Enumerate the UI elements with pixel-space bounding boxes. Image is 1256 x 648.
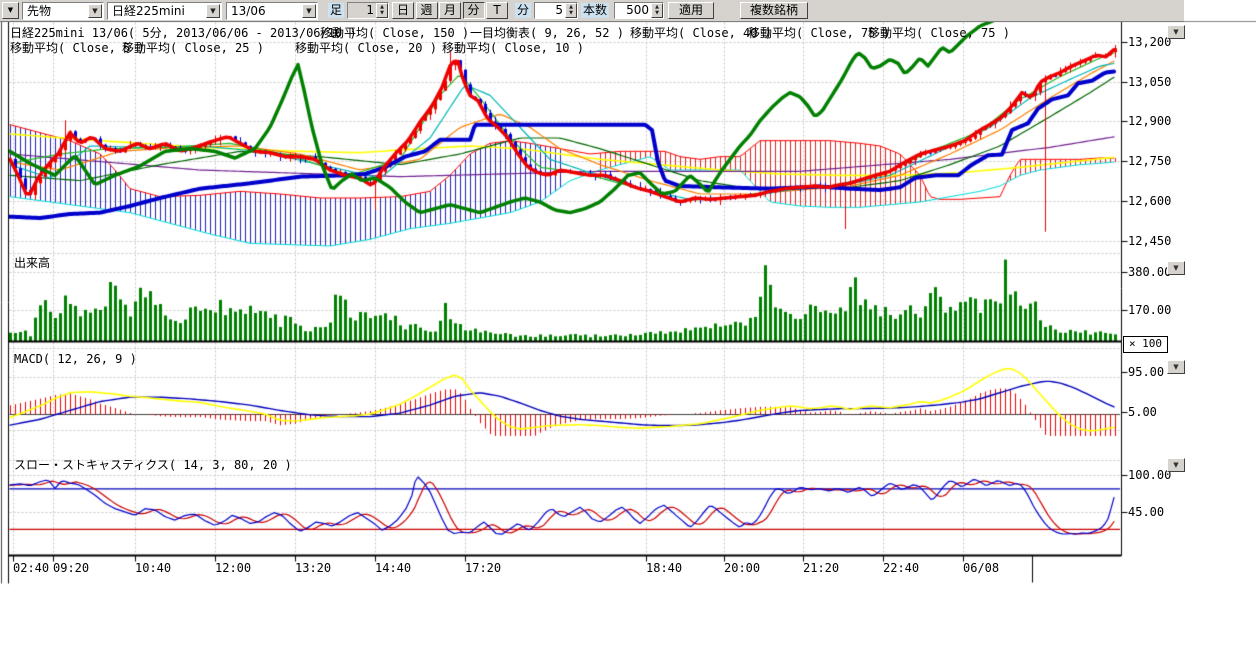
legend-item: 移動平均( Close, 25 ) (122, 39, 264, 56)
volume-multiplier-box: × 100 (1123, 336, 1168, 353)
panel-menu-button-price[interactable]: ▼ (1167, 25, 1185, 39)
x-axis-label: 12:00 (215, 561, 251, 575)
y-axis-label: 45.00 (1128, 505, 1164, 519)
chart-canvas (0, 0, 1256, 648)
legend-item: 移動平均( Close, 10 ) (442, 39, 584, 56)
app-window: ▼ 先物▼日経225mini▼13/06▼ 足 1 ▲▼ 日週月分T 分 5 ▲… (0, 0, 1256, 648)
minute-spin-button[interactable]: ▲▼ (565, 3, 577, 18)
volume-panel-label: 出来高 (14, 254, 50, 271)
minute-value: 5 (555, 4, 563, 17)
period-button-2[interactable]: 週 (416, 2, 438, 19)
chevron-down-icon[interactable]: ▼ (302, 4, 316, 18)
multi-symbol-button[interactable]: 複数銘柄 (740, 2, 808, 19)
x-axis-label: 10:40 (135, 561, 171, 575)
count-spinner[interactable]: 500 ▲▼ (614, 2, 664, 19)
y-axis-label: 12,450 (1128, 234, 1171, 248)
x-axis-label: 09:20 (53, 561, 89, 575)
minute-label: 分 (515, 3, 531, 18)
y-axis-label: 12,600 (1128, 194, 1171, 208)
x-axis-label: 06/08 (963, 561, 999, 575)
y-axis-label: 380.00 (1128, 265, 1171, 279)
ashi-spinner[interactable]: 1 ▲▼ (347, 2, 389, 19)
x-axis-label: 21:20 (803, 561, 839, 575)
panel-menu-button-macd[interactable]: ▼ (1167, 360, 1185, 374)
apply-button[interactable]: 適用 (668, 2, 714, 19)
toolbar-corner-dropdown-button[interactable]: ▼ (2, 2, 19, 19)
x-axis-label: 14:40 (375, 561, 411, 575)
contract-combo-value: 13/06 (231, 4, 266, 18)
y-axis-label: 12,750 (1128, 154, 1171, 168)
symbol-combo-value: 日経225mini (112, 4, 185, 18)
y-axis-label: 5.00 (1128, 405, 1157, 419)
panel-menu-button-volume[interactable]: ▼ (1167, 261, 1185, 275)
count-spin-button[interactable]: ▲▼ (651, 3, 663, 18)
y-axis-label: 100.00 (1128, 468, 1171, 482)
minute-spinner[interactable]: 5 ▲▼ (534, 2, 578, 19)
x-axis-label: 02:40 (13, 561, 49, 575)
period-button-4[interactable]: 分 (463, 2, 485, 19)
contract-combo[interactable]: 13/06 ▼ (226, 2, 318, 20)
x-axis-label: 20:00 (724, 561, 760, 575)
ashi-label: 足 (328, 3, 344, 18)
chevron-down-icon[interactable]: ▼ (88, 4, 102, 18)
period-button-3[interactable]: 月 (439, 2, 461, 19)
y-axis-label: 12,900 (1128, 114, 1171, 128)
period-button-5[interactable]: T (486, 2, 508, 19)
y-axis-label: 95.00 (1128, 365, 1164, 379)
toolbar: ▼ 先物▼日経225mini▼13/06▼ 足 1 ▲▼ 日週月分T 分 5 ▲… (0, 0, 1184, 22)
y-axis-label: 13,200 (1128, 35, 1171, 49)
stoch-panel-label: スロー・ストキャスティクス( 14, 3, 80, 20 ) (14, 456, 292, 473)
market-combo-value: 先物 (27, 4, 51, 18)
x-axis-label: 17:20 (465, 561, 501, 575)
macd-panel-label: MACD( 12, 26, 9 ) (14, 352, 137, 366)
legend-item: 移動平均( Close, 20 ) (295, 39, 437, 56)
x-axis-label: 18:40 (646, 561, 682, 575)
y-axis-label: 13,050 (1128, 75, 1171, 89)
ashi-value: 1 (366, 4, 374, 17)
chevron-down-icon[interactable]: ▼ (206, 4, 220, 18)
panel-menu-button-stoch[interactable]: ▼ (1167, 458, 1185, 472)
count-label: 本数 (581, 3, 609, 18)
y-axis-label: 170.00 (1128, 303, 1171, 317)
market-combo[interactable]: 先物 ▼ (22, 2, 104, 20)
legend-item: 移動平均( Close, 75 ) (868, 24, 1010, 41)
ashi-spin-button[interactable]: ▲▼ (376, 3, 388, 18)
period-button-1[interactable]: 日 (392, 2, 414, 19)
x-axis-label: 22:40 (883, 561, 919, 575)
symbol-combo[interactable]: 日経225mini ▼ (107, 2, 222, 20)
x-axis-label: 13:20 (295, 561, 331, 575)
count-value: 500 (626, 4, 649, 17)
